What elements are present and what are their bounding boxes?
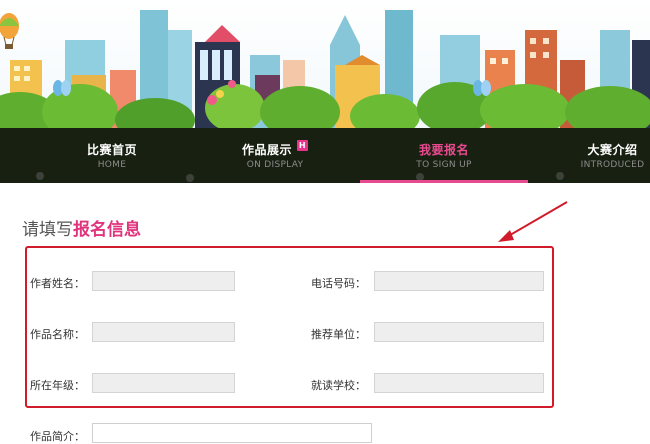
nav-item-sublabel: TO SIGN UP	[416, 160, 472, 170]
phone-label: 电话号码：	[311, 277, 366, 290]
hot-badge: H	[297, 140, 308, 151]
work-name-input[interactable]	[92, 322, 235, 342]
recommend-unit-label: 推荐单位：	[311, 328, 366, 341]
nav-item-sublabel: ON DISPLAY	[246, 160, 304, 170]
school-input[interactable]	[374, 373, 544, 393]
school-label: 就读学校：	[311, 379, 366, 392]
nav-item-label: 大赛介绍	[587, 143, 638, 157]
nav-item-label: 作品展示	[241, 143, 292, 157]
nav-item-home[interactable]: 比赛首页 HOME	[62, 128, 162, 183]
grade-label: 所在年级：	[30, 379, 85, 392]
phone-input[interactable]	[374, 271, 544, 291]
active-tab-indicator	[360, 180, 528, 183]
grade-input[interactable]	[92, 373, 235, 393]
nav-item-label: 我要报名	[418, 143, 469, 157]
nav-item-sign-up[interactable]: 我要报名 TO SIGN UP	[360, 128, 528, 183]
author-name-label: 作者姓名：	[30, 277, 85, 290]
nav-item-sublabel: HOME	[97, 160, 127, 170]
section-title-highlight: 报名信息	[73, 220, 141, 240]
section-title-prefix: 请填写	[22, 220, 73, 240]
nav-item-label: 比赛首页	[86, 143, 137, 157]
nav-item-sublabel: INTRODUCED	[580, 160, 645, 170]
main-nav: 比赛首页 HOME 作品展示 H ON DISPLAY 我要报名 TO SIGN …	[0, 128, 650, 183]
work-name-label: 作品名称：	[30, 328, 85, 341]
author-name-input[interactable]	[92, 271, 235, 291]
intro-textarea[interactable]	[92, 423, 372, 443]
nav-item-introduced[interactable]: 大赛介绍 INTRODUCED	[575, 128, 650, 183]
nav-item-on-display[interactable]: 作品展示 H ON DISPLAY	[220, 128, 330, 183]
intro-label: 作品简介：	[30, 430, 85, 443]
hot-air-balloon-icon	[0, 13, 19, 49]
section-title: 请填写报名信息	[22, 215, 141, 240]
recommend-unit-input[interactable]	[374, 322, 544, 342]
